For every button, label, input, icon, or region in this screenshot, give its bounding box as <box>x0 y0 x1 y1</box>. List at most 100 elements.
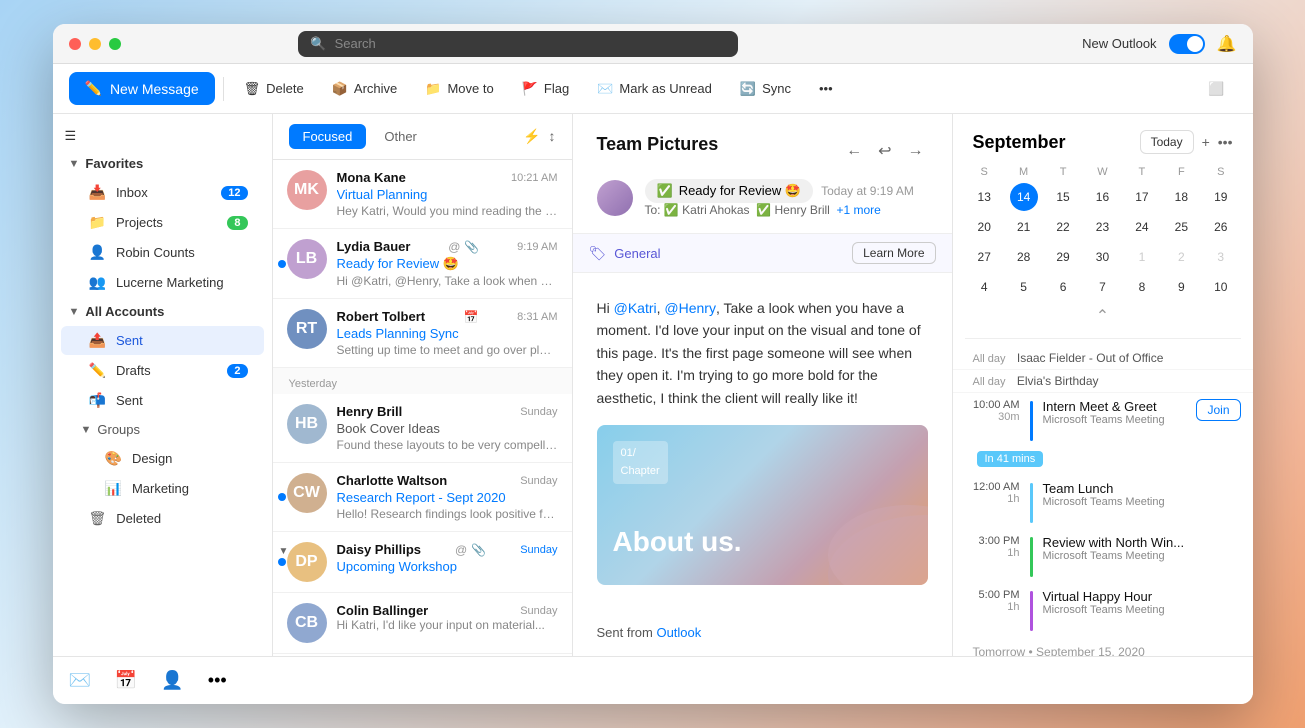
mark-unread-button[interactable]: ✉️ Mark as Unread <box>585 75 724 103</box>
inbox-icon: 📥 <box>89 184 106 201</box>
sort-icon[interactable]: ↕ <box>549 128 556 145</box>
outlook-link[interactable]: Outlook <box>656 625 701 640</box>
more-button[interactable]: ••• <box>807 75 845 102</box>
search-bar[interactable]: 🔍 Search <box>298 31 738 57</box>
message-item-daisy[interactable]: DP Daisy Phillips @ 📎 Sunday Upcoming Wo… <box>273 532 572 593</box>
bottom-more-button[interactable]: ••• <box>208 670 227 691</box>
cal-day-29[interactable]: 29 <box>1049 243 1077 271</box>
cal-day-20[interactable]: 20 <box>970 213 998 241</box>
sidebar-toggle-button[interactable]: ☰ <box>57 122 85 150</box>
cal-day-10[interactable]: 10 <box>1207 273 1235 301</box>
cal-day-30[interactable]: 30 <box>1088 243 1116 271</box>
email-from-info: ✅ Ready for Review 🤩 Today at 9:19 AM To… <box>645 179 928 217</box>
cal-day-24[interactable]: 24 <box>1128 213 1156 241</box>
robin-label: Robin Counts <box>116 245 195 260</box>
sidebar-item-lucerne[interactable]: 👥 Lucerne Marketing <box>61 268 264 297</box>
cal-day-25[interactable]: 25 <box>1167 213 1195 241</box>
expand-button[interactable]: ⬜ <box>1196 75 1236 103</box>
learn-more-button[interactable]: Learn More <box>852 242 935 264</box>
message-item-lydia[interactable]: LB Lydia Bauer @ 📎 9:19 AM Ready for Rev… <box>273 229 572 299</box>
cal-day-oct3[interactable]: 3 <box>1207 243 1235 271</box>
cal-day-13[interactable]: 13 <box>970 183 998 211</box>
message-item-henry[interactable]: HB Henry Brill Sunday Book Cover Ideas F… <box>273 394 572 463</box>
close-button[interactable] <box>69 38 81 50</box>
traffic-lights <box>69 38 121 50</box>
message-item-charlotte[interactable]: CW Charlotte Waltson Sunday Research Rep… <box>273 463 572 532</box>
new-outlook-toggle[interactable] <box>1169 34 1205 54</box>
sidebar-item-drafts[interactable]: ✏️ Drafts 2 <box>61 356 264 385</box>
sidebar-item-deleted[interactable]: 🗑 Deleted <box>61 504 264 533</box>
cal-day-14[interactable]: 14 <box>1010 183 1038 211</box>
forward-button[interactable]: → <box>904 137 928 165</box>
delete-button[interactable]: 🗑 Delete <box>232 75 316 103</box>
sidebar-item-marketing[interactable]: 📊 Marketing <box>61 474 264 503</box>
cal-day-7[interactable]: 7 <box>1088 273 1116 301</box>
new-message-button[interactable]: ✏️ New Message <box>69 72 215 105</box>
cal-day-16[interactable]: 16 <box>1088 183 1116 211</box>
general-tag-label: General <box>614 246 660 261</box>
sidebar-item-inbox[interactable]: 📥 Inbox 12 <box>61 178 264 207</box>
join-button-intern[interactable]: Join <box>1196 399 1240 421</box>
avatar-daisy: DP <box>287 542 327 582</box>
message-item-mona[interactable]: MK Mona Kane 10:21 AM Virtual Planning H… <box>273 160 572 229</box>
cal-day-19[interactable]: 19 <box>1207 183 1235 211</box>
cal-day-oct2[interactable]: 2 <box>1167 243 1195 271</box>
message-item-robin[interactable]: RC Robin Counts Sunday Last minute thoug… <box>273 654 572 656</box>
reply-button[interactable]: ↩ <box>874 137 895 165</box>
message-item-colin[interactable]: CB Colin Ballinger Sunday Hi Katri, I'd … <box>273 593 572 654</box>
cal-day-21[interactable]: 21 <box>1010 213 1038 241</box>
tab-focused[interactable]: Focused <box>289 124 367 149</box>
sync-button[interactable]: 🔄 Sync <box>728 75 803 103</box>
flag-button[interactable]: 🚩 Flag <box>510 75 581 103</box>
sidebar-item-projects[interactable]: 📁 Projects 8 <box>61 208 264 237</box>
bottom-calendar-button[interactable]: 📅 <box>115 670 137 691</box>
calendar-collapse[interactable]: ⌃ <box>953 302 1253 330</box>
drafts-label: Drafts <box>116 363 151 378</box>
cal-day-5[interactable]: 5 <box>1010 273 1038 301</box>
bottom-mail-button[interactable]: ✉️ <box>69 670 91 691</box>
sidebar-item-sent[interactable]: 📤 Sent <box>61 326 264 355</box>
move-to-button[interactable]: 📁 Move to <box>413 75 505 103</box>
fullscreen-button[interactable] <box>109 38 121 50</box>
today-button[interactable]: Today <box>1140 130 1194 154</box>
cal-day-oct1[interactable]: 1 <box>1128 243 1156 271</box>
cal-day-23[interactable]: 23 <box>1088 213 1116 241</box>
more-icon: ••• <box>819 81 833 96</box>
cal-day-18[interactable]: 18 <box>1167 183 1195 211</box>
new-outlook-label: New Outlook <box>1082 36 1156 51</box>
cal-day-17[interactable]: 17 <box>1128 183 1156 211</box>
add-event-button[interactable]: + <box>1202 134 1210 150</box>
event-virtual-happy[interactable]: 5:00 PM 1h Virtual Happy Hour Microsoft … <box>953 583 1253 637</box>
event-review-north[interactable]: 3:00 PM 1h Review with North Win... Micr… <box>953 529 1253 583</box>
calendar-more-button[interactable]: ••• <box>1218 134 1233 150</box>
archive-button[interactable]: 📦 Archive <box>320 75 410 103</box>
cal-day-15[interactable]: 15 <box>1049 183 1077 211</box>
message-content-colin: Colin Ballinger Sunday Hi Katri, I'd lik… <box>337 603 558 643</box>
sidebar-item-sent-folder[interactable]: 📬 Sent <box>61 386 264 415</box>
cal-day-26[interactable]: 26 <box>1207 213 1235 241</box>
sidebar-item-robin[interactable]: 👤 Robin Counts <box>61 238 264 267</box>
favorites-section[interactable]: ▼ Favorites <box>53 150 272 177</box>
cal-day-4[interactable]: 4 <box>970 273 998 301</box>
sidebar-item-design[interactable]: 🎨 Design <box>61 444 264 473</box>
back-button[interactable]: ← <box>842 137 866 165</box>
cal-day-9[interactable]: 9 <box>1167 273 1195 301</box>
event-intern-meet[interactable]: 10:00 AM 30m Intern Meet & Greet Microso… <box>953 393 1253 447</box>
cal-day-6[interactable]: 6 <box>1049 273 1077 301</box>
cal-day-28[interactable]: 28 <box>1010 243 1038 271</box>
event-team-lunch[interactable]: 12:00 AM 1h Team Lunch Microsoft Teams M… <box>953 475 1253 529</box>
cal-day-22[interactable]: 22 <box>1049 213 1077 241</box>
cal-day-8[interactable]: 8 <box>1128 273 1156 301</box>
groups-section[interactable]: ▼ Groups <box>53 416 272 443</box>
minimize-button[interactable] <box>89 38 101 50</box>
expand-daisy-icon[interactable]: ▼ <box>279 546 289 557</box>
bottom-people-button[interactable]: 👤 <box>161 670 183 691</box>
bottom-nav: ✉️ 📅 👤 ••• <box>53 656 1253 704</box>
cal-day-27[interactable]: 27 <box>970 243 998 271</box>
tab-other[interactable]: Other <box>370 124 431 149</box>
archive-label: Archive <box>354 81 397 96</box>
filter-icon[interactable]: ⚡ <box>523 128 540 145</box>
all-accounts-section[interactable]: ▼ All Accounts <box>53 298 272 325</box>
notification-icon[interactable]: 🔔 <box>1217 34 1237 54</box>
message-item-robert[interactable]: RT Robert Tolbert 📅 8:31 AM Leads Planni… <box>273 299 572 368</box>
